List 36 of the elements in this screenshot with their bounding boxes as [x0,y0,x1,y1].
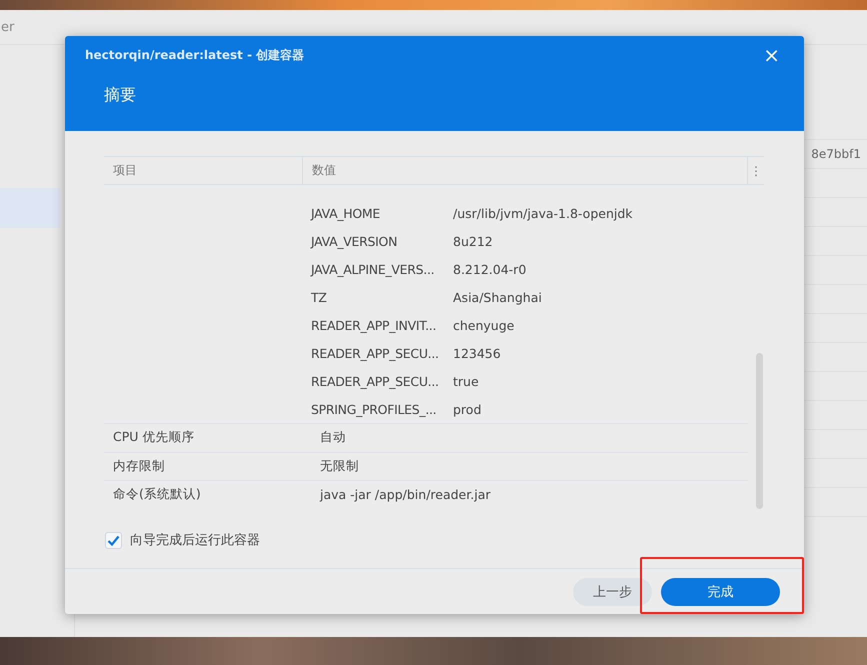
variable-value: true [453,374,479,388]
variable-name: READER_APP_SECU... [311,346,440,360]
variable-name: TZ [311,290,328,304]
variable-value: chenyuge [453,318,514,332]
close-button[interactable]: × [759,43,784,67]
table-cell-text: CPU 优先顺序 [112,429,196,446]
column-header[interactable]: 项目 [104,162,302,179]
variable-value: prod [453,402,482,416]
scrollbar[interactable] [756,353,763,509]
column-menu-button[interactable]: ⋮ [747,157,764,184]
table-cell: 8e7bbf1 [811,147,861,161]
column-header[interactable]: 数值 [302,157,747,184]
variable-name: JAVA_HOME [311,206,381,220]
table-cell-text: java -jar /app/bin/reader.jar [318,487,490,502]
variable-name: JAVA_ALPINE_VERS... [311,262,436,276]
dialog-title: hectorqin/reader:latest - 创建容器 [85,46,304,64]
finish-button[interactable]: 完成 [661,578,780,606]
variable-value: 8u212 [453,234,493,248]
table-cell-text: 内存限制 [112,458,166,475]
app-title: er [1,20,14,34]
variable-name: SPRING_PROFILES_... [311,402,438,416]
table-cell-text: 命令(系统默认) [112,486,202,504]
checkbox[interactable] [105,532,122,548]
table-cell-text: 自动 [319,429,346,446]
sidebar-item[interactable] [0,188,60,228]
table-cell-text: 无限制 [319,458,359,475]
variable-name: READER_APP_INVIT... [311,318,438,332]
variable-name: READER_APP_SECU... [311,374,440,388]
variable-value: 123456 [453,346,501,360]
variable-value: Asia/Shanghai [453,290,542,304]
back-button[interactable]: 上一步 [573,578,652,606]
checkbox-label: 向导完成后运行此容器 [130,532,260,549]
step-heading: 摘要 [104,85,137,106]
variable-value: /usr/lib/jvm/java-1.8-openjdk [453,206,633,220]
variable-value: 8.212.04-r0 [453,262,526,276]
variable-name: JAVA_VERSION [311,234,398,248]
